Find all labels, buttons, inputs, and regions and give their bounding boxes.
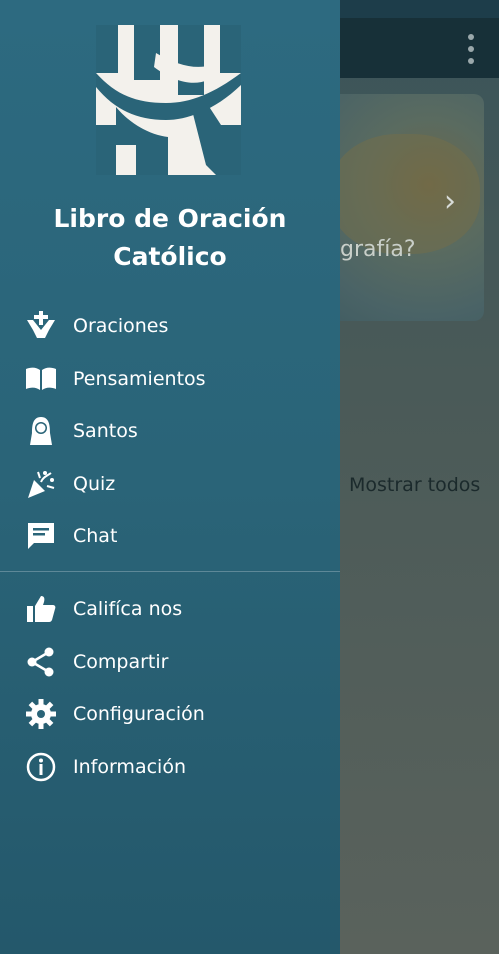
map-image: [330, 134, 480, 254]
menu-item-chat[interactable]: Chat: [0, 510, 340, 563]
menu-divider: [0, 571, 340, 572]
menu-label: Oraciones: [73, 315, 169, 338]
menu-label: Información: [73, 755, 186, 778]
menu-item-oraciones[interactable]: Oraciones: [0, 300, 340, 353]
app-logo: [96, 25, 241, 175]
open-book-icon: [25, 363, 57, 395]
menu-label: Califíca nos: [73, 598, 183, 621]
card-title: grafía?: [340, 237, 416, 262]
menu-item-rate[interactable]: Califíca nos: [0, 583, 340, 636]
confetti-icon: [25, 468, 57, 500]
menu-label: Compartir: [73, 650, 169, 673]
overflow-menu-icon[interactable]: [465, 34, 477, 64]
navigation-drawer: Libro de Oración Católico Oraciones Pens…: [0, 0, 340, 954]
app-name-line1: Libro de Oración: [53, 204, 287, 233]
menu-item-santos[interactable]: Santos: [0, 405, 340, 458]
praying-hands-icon: [25, 310, 57, 342]
nun-icon: [25, 415, 57, 447]
gear-icon: [25, 698, 57, 730]
show-all-link[interactable]: Mostrar todos: [349, 474, 480, 496]
menu-label: Configuración: [73, 703, 205, 726]
share-icon: [25, 646, 57, 678]
thumbs-up-icon: [25, 593, 57, 625]
app-name: Libro de Oración Católico: [0, 200, 340, 276]
menu-item-share[interactable]: Compartir: [0, 636, 340, 689]
app-name-line2: Católico: [113, 242, 227, 271]
menu-item-pensamientos[interactable]: Pensamientos: [0, 353, 340, 406]
primary-menu: Oraciones Pensamientos Santos Quiz Chat: [0, 300, 340, 563]
info-icon: [25, 751, 57, 783]
secondary-menu: Califíca nos Compartir Configuración Inf…: [0, 583, 340, 793]
menu-label: Santos: [73, 420, 138, 443]
chat-icon: [25, 520, 57, 552]
drawer-header: Libro de Oración Católico: [0, 0, 340, 300]
menu-item-settings[interactable]: Configuración: [0, 688, 340, 741]
menu-label: Pensamientos: [73, 367, 206, 390]
menu-label: Chat: [73, 525, 118, 548]
menu-item-quiz[interactable]: Quiz: [0, 458, 340, 511]
chevron-right-icon[interactable]: ›: [444, 184, 456, 219]
menu-label: Quiz: [73, 472, 116, 495]
menu-item-info[interactable]: Información: [0, 741, 340, 794]
